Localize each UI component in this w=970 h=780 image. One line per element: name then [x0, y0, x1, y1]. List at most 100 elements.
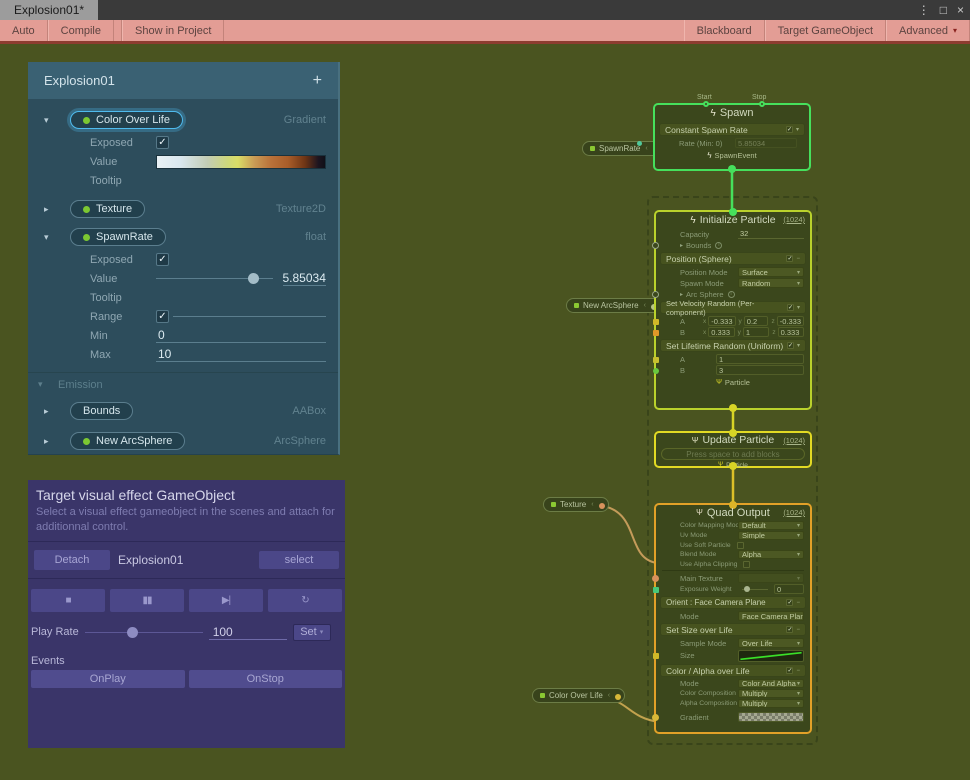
slider-knob[interactable]	[248, 273, 259, 284]
exposed-checkbox[interactable]: ✓	[156, 253, 169, 266]
orient-block[interactable]: Orient : Face Camera Plane ✓−	[660, 596, 806, 609]
lifetime-a-port[interactable]	[653, 357, 659, 363]
select-button[interactable]: select	[259, 551, 339, 569]
compile-button[interactable]: Compile	[48, 20, 114, 41]
color-mapping-dropdown[interactable]: Default▾	[738, 521, 804, 530]
chevron-down-icon[interactable]: ▾	[38, 379, 43, 390]
chevron-right-icon[interactable]: ▸	[680, 242, 683, 249]
chevron-right-icon[interactable]: ▸	[680, 291, 683, 298]
property-pill-bounds[interactable]: Bounds	[70, 402, 133, 420]
target-gameobject-toggle-button[interactable]: Target GameObject	[765, 20, 886, 41]
blend-mode-dropdown[interactable]: Alpha▾	[738, 550, 804, 559]
velocity-a-port[interactable]	[653, 319, 659, 325]
pause-button[interactable]: ▮▮	[110, 589, 184, 612]
block-enable-checkbox[interactable]: ✓	[787, 342, 794, 349]
step-button[interactable]: ▶|	[189, 589, 263, 612]
set-size-block[interactable]: Set Size over Life ✓−	[660, 623, 806, 636]
output-port[interactable]	[615, 694, 621, 700]
menu-icon[interactable]: ⋮	[918, 3, 930, 17]
show-in-project-button[interactable]: Show in Project	[122, 20, 224, 41]
velocity-a-y-field[interactable]: 0.2	[744, 316, 769, 326]
initialize-particle-node[interactable]: ϟInitialize Particle(1024) Capacity 32 ▸…	[654, 210, 812, 410]
lifetime-b-port[interactable]	[653, 368, 659, 374]
onstop-button[interactable]: OnStop	[189, 670, 343, 688]
exposure-weight-field[interactable]: 0	[774, 584, 804, 594]
param-node-colorlife[interactable]: Color Over Life ‹	[532, 688, 625, 703]
spawnevent-port[interactable]	[728, 165, 736, 173]
detach-button[interactable]: Detach	[34, 550, 110, 570]
chevron-down-icon[interactable]: ▾	[796, 126, 799, 133]
property-pill-color-over-life[interactable]: Color Over Life	[70, 111, 183, 129]
chevron-right-icon[interactable]: ▸	[44, 406, 49, 417]
capacity-field[interactable]: 32	[738, 229, 804, 239]
collapse-icon[interactable]: −	[796, 668, 800, 674]
max-field[interactable]: 10	[156, 347, 326, 362]
sample-mode-dropdown[interactable]: Over Life▾	[738, 638, 804, 648]
block-enable-checkbox[interactable]: ✓	[786, 626, 793, 633]
position-sphere-block[interactable]: Position (Sphere) ✓−	[660, 252, 806, 265]
particle-output-port[interactable]	[729, 462, 737, 470]
alpha-composition-dropdown[interactable]: Multiply▾	[738, 699, 804, 708]
quad-output-node[interactable]: ΨQuad Output(1024) Color Mapping Mode De…	[654, 503, 812, 734]
particle-output-port[interactable]	[729, 404, 737, 412]
gradient-preview-field[interactable]	[738, 712, 804, 722]
block-enable-checkbox[interactable]: ✓	[786, 667, 793, 674]
velocity-b-z-field[interactable]: 0.333	[778, 327, 804, 337]
spawn-node[interactable]: ϟSpawn Constant Spawn Rate ✓▾ Rate (Min:…	[653, 103, 811, 171]
chevron-down-icon[interactable]: ▾	[44, 232, 49, 243]
chevron-down-icon[interactable]: ▾	[44, 115, 49, 126]
output-port[interactable]	[599, 503, 605, 509]
mode-dropdown[interactable]: Color And Alpha▾	[738, 679, 804, 688]
stop-button[interactable]: ■	[31, 589, 105, 612]
close-icon[interactable]: ×	[957, 3, 964, 17]
block-enable-checkbox[interactable]: ✓	[787, 304, 794, 311]
alpha-clipping-checkbox[interactable]	[743, 561, 750, 568]
gradient-port[interactable]	[652, 714, 659, 721]
maximize-icon[interactable]: □	[940, 3, 947, 17]
color-composition-dropdown[interactable]: Multiply▾	[738, 689, 804, 698]
property-pill-texture[interactable]: Texture	[70, 200, 145, 218]
collapse-icon[interactable]: −	[796, 627, 800, 633]
collapse-icon[interactable]: ‹	[608, 692, 610, 699]
set-velocity-random-block[interactable]: Set Velocity Random (Per-component) ✓▾	[660, 301, 806, 314]
min-field[interactable]: 0	[156, 328, 326, 343]
exposure-weight-port[interactable]	[653, 587, 659, 593]
param-node-texture[interactable]: Texture ‹	[543, 497, 609, 512]
velocity-b-port[interactable]	[653, 330, 659, 336]
color-alpha-block[interactable]: Color / Alpha over Life ✓−	[660, 664, 806, 677]
param-node-spawnrate[interactable]: SpawnRate ‹	[582, 141, 663, 156]
velocity-a-x-field[interactable]: -0.333	[708, 316, 735, 326]
collapse-icon[interactable]: −	[796, 256, 800, 262]
collapse-icon[interactable]: −	[796, 600, 800, 606]
rate-input-port[interactable]	[637, 141, 642, 146]
main-texture-port[interactable]	[652, 575, 659, 582]
rate-value-field[interactable]: 5.85034	[735, 138, 797, 148]
category-emission[interactable]: ▾ Emission	[28, 372, 338, 396]
advanced-dropdown-button[interactable]: Advanced▾	[886, 20, 970, 41]
velocity-b-x-field[interactable]: 0.333	[708, 327, 734, 337]
lifetime-a-field[interactable]: 1	[716, 354, 804, 364]
slider-knob[interactable]	[127, 627, 138, 638]
capacity-count-link[interactable]: (1024)	[783, 215, 805, 224]
slider-knob[interactable]	[744, 586, 750, 592]
property-pill-new-arcsphere[interactable]: New ArcSphere	[70, 432, 185, 450]
chevron-right-icon[interactable]: ▸	[44, 436, 49, 447]
gradient-value-field[interactable]	[156, 155, 326, 169]
set-lifetime-random-block[interactable]: Set Lifetime Random (Uniform) ✓▾	[660, 339, 806, 352]
exposed-checkbox[interactable]: ✓	[156, 136, 169, 149]
onplay-button[interactable]: OnPlay	[31, 670, 185, 688]
capacity-count-link[interactable]: (1024)	[783, 436, 805, 445]
collapse-icon[interactable]: ‹	[644, 302, 646, 309]
collapse-icon[interactable]: ‹	[591, 501, 593, 508]
blackboard-toggle-button[interactable]: Blackboard	[684, 20, 765, 41]
add-property-button[interactable]: +	[313, 72, 322, 90]
capacity-count-link[interactable]: (1024)	[783, 508, 805, 517]
play-rate-slider[interactable]	[85, 632, 203, 633]
auto-button[interactable]: Auto	[0, 20, 48, 41]
velocity-b-y-field[interactable]: 1	[743, 327, 769, 337]
block-enable-checkbox[interactable]: ✓	[786, 126, 793, 133]
restart-button[interactable]: ↻	[268, 589, 342, 612]
chevron-down-icon[interactable]: ▾	[797, 342, 800, 349]
orient-mode-dropdown[interactable]: Face Camera Plane▾	[738, 611, 804, 621]
size-curve-field[interactable]	[738, 650, 804, 662]
